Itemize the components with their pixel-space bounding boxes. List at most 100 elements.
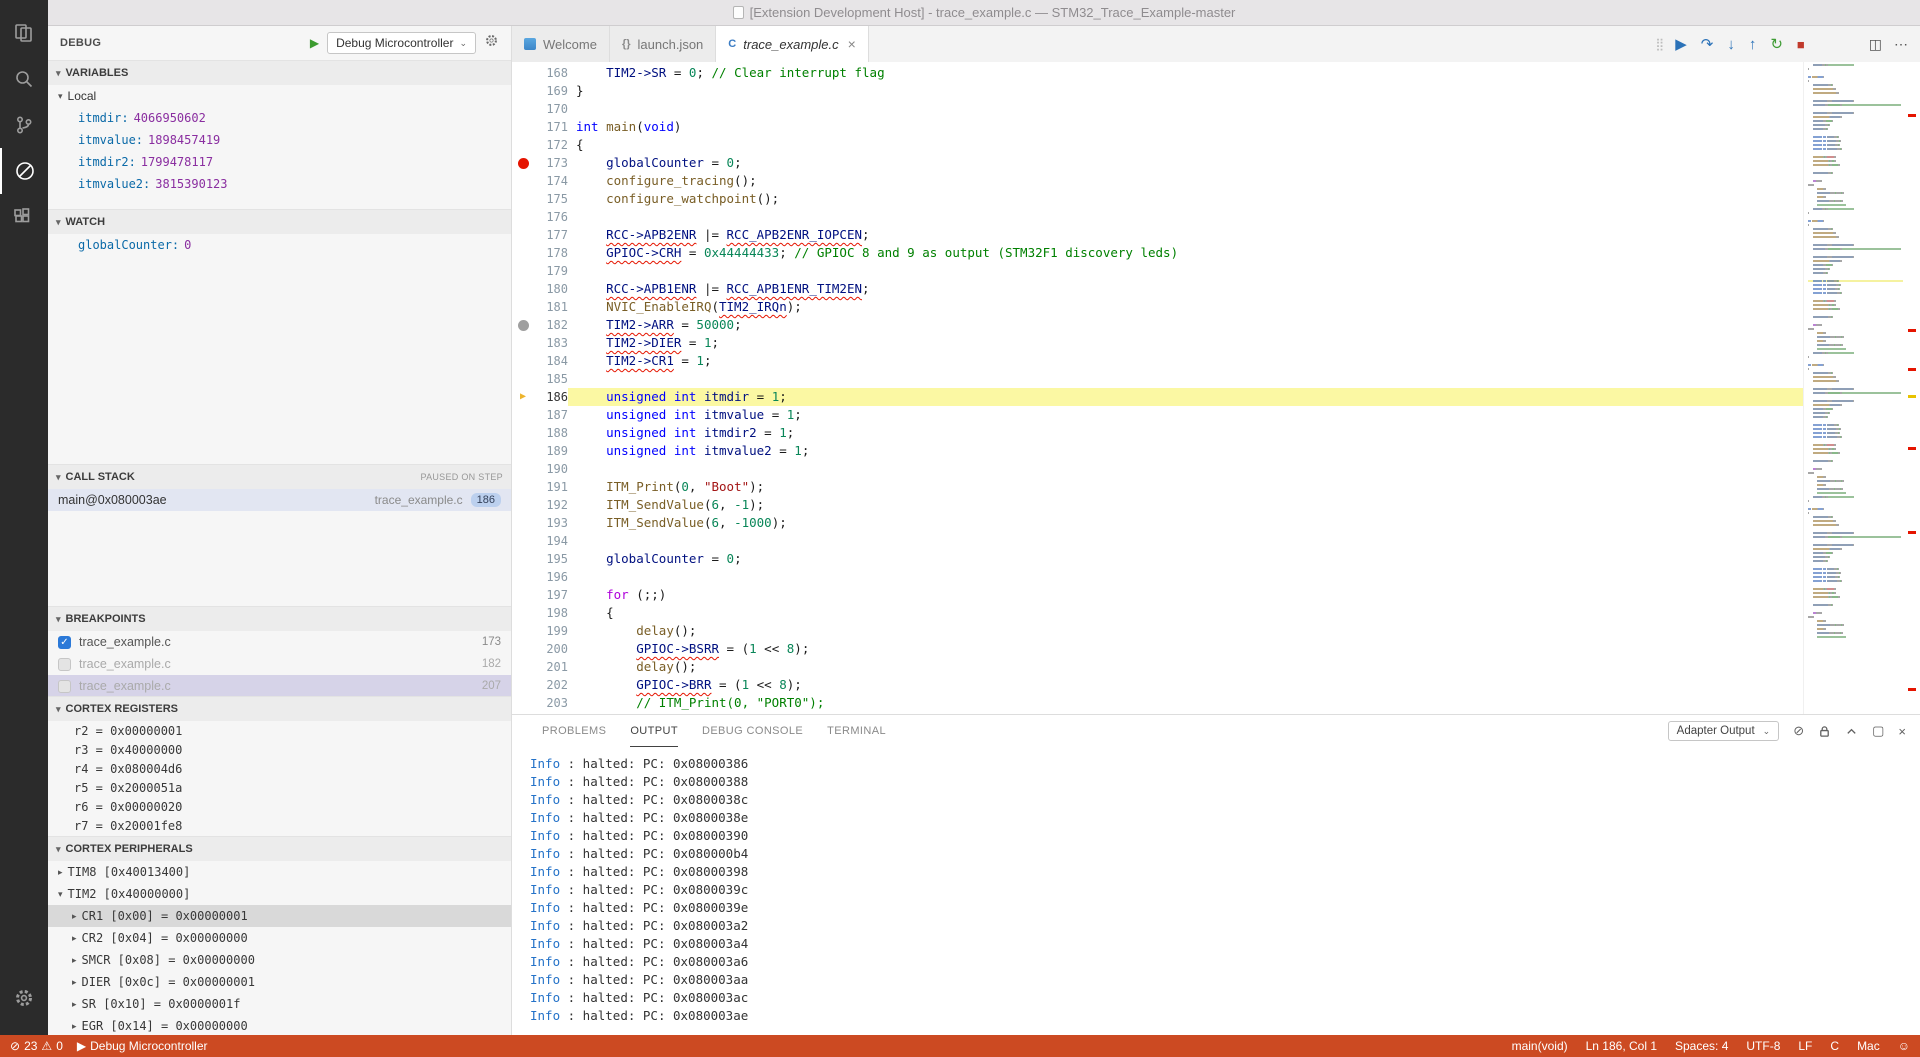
step-out-icon[interactable]: ↑ [1749, 36, 1757, 53]
stack-frame-row[interactable]: main@0x080003aetrace_example.c186 [48, 489, 511, 511]
search-icon[interactable] [0, 56, 48, 102]
variables-section-header[interactable]: ▾ VARIABLES [48, 61, 511, 85]
close-panel-icon[interactable]: × [1898, 724, 1906, 739]
code-line[interactable]: 178 GPIOC->CRH = 0x44444433; // GPIOC 8 … [512, 244, 1803, 262]
variable-row[interactable]: itmvalue2:3815390123 [48, 173, 511, 195]
variables-scope-row[interactable]: ▾Local [48, 85, 511, 107]
code-line[interactable]: 170 [512, 100, 1803, 118]
settings-gear-icon[interactable] [0, 975, 48, 1021]
code-line[interactable]: 202 GPIOC->BRR = (1 << 8); [512, 676, 1803, 694]
variable-row[interactable]: itmdir2:1799478117 [48, 151, 511, 173]
configure-gear-icon[interactable] [484, 33, 499, 53]
register-row[interactable]: r6 = 0x00000020 [48, 797, 511, 816]
code-line[interactable]: 196 [512, 568, 1803, 586]
maximize-panel-icon[interactable] [1845, 725, 1858, 738]
code-line[interactable]: 191 ITM_Print(0, "Boot"); [512, 478, 1803, 496]
code-line[interactable]: 182 TIM2->ARR = 50000; [512, 316, 1803, 334]
peripheral-row[interactable]: ▸CR2 [0x04] = 0x00000000 [48, 927, 511, 949]
panel-tab-problems[interactable]: PROBLEMS [542, 715, 606, 747]
code-editor[interactable]: 168 TIM2->SR = 0; // Clear interrupt fla… [512, 62, 1803, 714]
code-line[interactable]: 180 RCC->APB1ENR |= RCC_APB1ENR_TIM2EN; [512, 280, 1803, 298]
status-item-spaces-4[interactable]: Spaces: 4 [1675, 1039, 1728, 1053]
code-line[interactable]: 189 unsigned int itmvalue2 = 1; [512, 442, 1803, 460]
code-line[interactable]: 171int main(void) [512, 118, 1803, 136]
start-debug-icon[interactable]: ▶ [310, 36, 319, 50]
breakpoint-glyph[interactable] [512, 154, 534, 172]
panel-tab-terminal[interactable]: TERMINAL [827, 715, 886, 747]
close-icon[interactable]: × [848, 36, 856, 52]
code-line[interactable]: 198 { [512, 604, 1803, 622]
code-line[interactable]: 188 unsigned int itmdir2 = 1; [512, 424, 1803, 442]
panel-tab-debug-console[interactable]: DEBUG CONSOLE [702, 715, 803, 747]
clear-output-icon[interactable]: ⊘ [1793, 723, 1804, 739]
status-item-lf[interactable]: LF [1798, 1039, 1812, 1053]
code-line[interactable]: 175 configure_watchpoint(); [512, 190, 1803, 208]
split-editor-icon[interactable]: ◫ [1869, 36, 1882, 53]
debug-config-dropdown[interactable]: Debug Microcontroller ⌄ [327, 32, 476, 54]
register-row[interactable]: r5 = 0x2000051a [48, 778, 511, 797]
code-line[interactable]: 176 [512, 208, 1803, 226]
scroll-lock-icon[interactable] [1818, 725, 1831, 738]
code-line[interactable]: 192 ITM_SendValue(6, -1); [512, 496, 1803, 514]
peripheral-row[interactable]: ▸CR1 [0x00] = 0x00000001 [48, 905, 511, 927]
code-line[interactable]: 179 [512, 262, 1803, 280]
restart-icon[interactable]: ↻ [1770, 35, 1783, 53]
code-line[interactable]: 199 delay(); [512, 622, 1803, 640]
callstack-section-header[interactable]: ▾ CALL STACK PAUSED ON STEP [48, 465, 511, 489]
problems-counter[interactable]: ⊘ 23 ⚠ 0 [10, 1039, 63, 1053]
code-line[interactable]: 193 ITM_SendValue(6, -1000); [512, 514, 1803, 532]
peripheral-row[interactable]: ▸SMCR [0x08] = 0x00000000 [48, 949, 511, 971]
breakpoint-checkbox[interactable]: ✓ [58, 636, 71, 649]
stop-icon[interactable]: ■ [1797, 37, 1805, 52]
explorer-icon[interactable] [0, 10, 48, 56]
code-line[interactable]: 169} [512, 82, 1803, 100]
code-line[interactable]: 173 globalCounter = 0; [512, 154, 1803, 172]
breakpoint-checkbox[interactable] [58, 658, 71, 671]
registers-section-header[interactable]: ▾ CORTEX REGISTERS [48, 697, 511, 721]
peripheral-row[interactable]: ▸DIER [0x0c] = 0x00000001 [48, 971, 511, 993]
variable-row[interactable]: itmvalue:1898457419 [48, 129, 511, 151]
code-line[interactable]: 184 TIM2->CR1 = 1; [512, 352, 1803, 370]
output-channel-dropdown[interactable]: Adapter Output ⌄ [1668, 721, 1780, 741]
register-row[interactable]: r7 = 0x20001fe8 [48, 816, 511, 835]
extensions-icon[interactable] [0, 194, 48, 240]
code-line[interactable]: 172{ [512, 136, 1803, 154]
breakpoint-glyph[interactable] [512, 316, 534, 334]
breakpoint-checkbox[interactable] [58, 680, 71, 693]
debug-session-indicator[interactable]: ▶ Debug Microcontroller [77, 1039, 208, 1053]
more-actions-icon[interactable]: ⋯ [1894, 36, 1908, 53]
peripheral-row[interactable]: ▸SR [0x10] = 0x0000001f [48, 993, 511, 1015]
move-panel-icon[interactable]: ▢ [1872, 723, 1884, 739]
tab-launch-json[interactable]: {}launch.json [610, 26, 716, 62]
status-item-utf-8[interactable]: UTF-8 [1746, 1039, 1780, 1053]
code-line[interactable]: 201 delay(); [512, 658, 1803, 676]
panel-tab-output[interactable]: OUTPUT [630, 715, 678, 747]
watch-section-header[interactable]: ▾ WATCH [48, 210, 511, 234]
drag-handle-icon[interactable]: ⣿ [1655, 37, 1661, 51]
register-row[interactable]: r4 = 0x080004d6 [48, 759, 511, 778]
code-line[interactable]: 187 unsigned int itmvalue = 1; [512, 406, 1803, 424]
code-line[interactable]: 195 globalCounter = 0; [512, 550, 1803, 568]
code-line[interactable]: 177 RCC->APB2ENR |= RCC_APB2ENR_IOPCEN; [512, 226, 1803, 244]
watch-row[interactable]: globalCounter:0 [48, 234, 511, 256]
status-item-ln-186-col-1[interactable]: Ln 186, Col 1 [1586, 1039, 1657, 1053]
continue-icon[interactable]: ▶ [1675, 35, 1687, 53]
tab-welcome[interactable]: Welcome [512, 26, 610, 62]
code-line[interactable]: ▶186 unsigned int itmdir = 1; [512, 388, 1803, 406]
breakpoints-section-header[interactable]: ▾ BREAKPOINTS [48, 607, 511, 631]
tab-trace-example-c[interactable]: Ctrace_example.c× [716, 26, 869, 62]
register-row[interactable]: r3 = 0x40000000 [48, 740, 511, 759]
step-into-icon[interactable]: ↓ [1727, 36, 1735, 53]
feedback-smiley-icon[interactable]: ☺ [1898, 1039, 1910, 1053]
peripherals-section-header[interactable]: ▾ CORTEX PERIPHERALS [48, 837, 511, 861]
peripheral-row[interactable]: ▸TIM8 [0x40013400] [48, 861, 511, 883]
breakpoint-row[interactable]: trace_example.c207 [48, 675, 511, 696]
code-line[interactable]: 181 NVIC_EnableIRQ(TIM2_IRQn); [512, 298, 1803, 316]
code-line[interactable]: 185 [512, 370, 1803, 388]
code-line[interactable]: 174 configure_tracing(); [512, 172, 1803, 190]
code-line[interactable]: 200 GPIOC->BSRR = (1 << 8); [512, 640, 1803, 658]
peripheral-row[interactable]: ▾TIM2 [0x40000000] [48, 883, 511, 905]
source-control-icon[interactable] [0, 102, 48, 148]
code-line[interactable]: 194 [512, 532, 1803, 550]
code-line[interactable]: 197 for (;;) [512, 586, 1803, 604]
